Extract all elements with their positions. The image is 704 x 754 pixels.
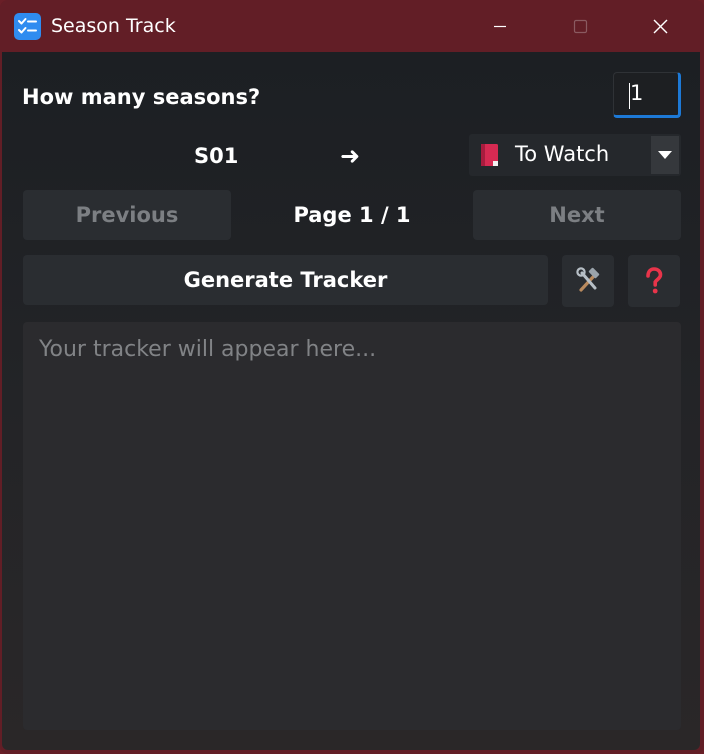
tracker-placeholder: Your tracker will appear here... — [39, 337, 377, 362]
red-book-icon — [481, 144, 498, 166]
text-caret — [629, 83, 630, 109]
close-button[interactable] — [637, 0, 683, 52]
season-code: S01 — [194, 144, 239, 168]
seasons-count-value: 1 — [630, 81, 644, 105]
seasons-count-input[interactable]: 1 — [613, 72, 681, 118]
next-page-button[interactable]: Next — [473, 190, 681, 240]
status-selected-value: To Watch — [515, 142, 610, 166]
previous-page-button[interactable]: Previous — [23, 190, 231, 240]
app-window: Season Track How many seasons? 1 S01 ➜ T… — [0, 0, 704, 754]
seasons-label: How many seasons? — [22, 85, 261, 109]
status-dropdown-button[interactable] — [651, 136, 679, 174]
chevron-down-icon — [658, 151, 672, 159]
tools-icon — [576, 267, 600, 292]
help-button[interactable] — [628, 255, 680, 307]
season-status-select[interactable]: To Watch — [469, 134, 681, 176]
checklist-icon — [14, 13, 41, 40]
title-bar[interactable]: Season Track — [0, 0, 704, 52]
generate-tracker-button[interactable]: Generate Tracker — [23, 255, 548, 305]
question-mark-icon — [646, 267, 663, 294]
maximize-icon — [573, 19, 588, 34]
arrow-right-icon: ➜ — [340, 142, 361, 170]
maximize-button[interactable] — [557, 0, 603, 52]
window-title: Season Track — [51, 15, 176, 37]
tracker-output-area[interactable]: Your tracker will appear here... — [23, 322, 681, 730]
main-content: How many seasons? 1 S01 ➜ To Watch Previ… — [2, 52, 700, 750]
minimize-button[interactable] — [477, 0, 523, 52]
minimize-icon — [494, 25, 506, 28]
page-indicator: Page 1 / 1 — [293, 203, 411, 227]
close-icon — [653, 19, 668, 34]
tools-button[interactable] — [562, 255, 614, 307]
